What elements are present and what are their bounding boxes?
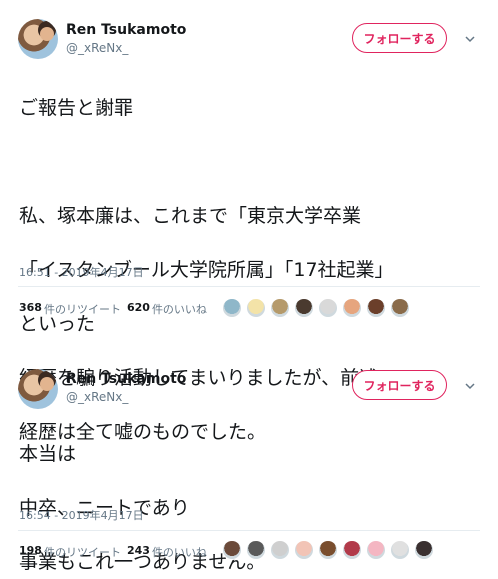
liker-avatar[interactable]	[414, 540, 434, 560]
liker-avatar[interactable]	[294, 298, 314, 318]
follow-button[interactable]: フォローする	[352, 370, 447, 400]
retweet-stat[interactable]: 198 件のリツイート	[19, 544, 121, 560]
avatar[interactable]	[18, 19, 58, 59]
liker-avatar[interactable]	[342, 298, 362, 318]
liker-avatar[interactable]	[222, 540, 242, 560]
liker-avatar[interactable]	[222, 298, 242, 318]
retweet-label: 件のリツイート	[43, 546, 121, 559]
avatar[interactable]	[18, 369, 58, 409]
liker-avatar[interactable]	[342, 540, 362, 560]
follow-button[interactable]: フォローする	[352, 23, 447, 53]
tweet-line: 本当は	[19, 443, 77, 465]
liker-avatar[interactable]	[366, 540, 386, 560]
liker-avatars	[222, 298, 410, 318]
liker-avatar[interactable]	[270, 298, 290, 318]
timestamp[interactable]: 16:54 - 2019年4月17日	[19, 507, 144, 523]
like-stat[interactable]: 243 件のいいね	[127, 544, 207, 560]
user-handle[interactable]: @_xReNx_	[66, 390, 128, 404]
liker-avatar[interactable]	[246, 298, 266, 318]
liker-avatar[interactable]	[318, 540, 338, 560]
liker-avatar[interactable]	[366, 298, 386, 318]
like-count: 243	[126, 544, 150, 557]
liker-avatars	[222, 540, 434, 560]
engagement-stats: 198 件のリツイート 243 件のいいね	[19, 544, 207, 560]
retweet-stat[interactable]: 368 件のリツイート	[19, 301, 121, 317]
liker-avatar[interactable]	[270, 540, 290, 560]
liker-avatar[interactable]	[390, 298, 410, 318]
tweet-line: ご報告と謝罪	[19, 97, 134, 119]
tweet-line	[19, 149, 397, 176]
display-name[interactable]: Ren Tsukamoto	[66, 22, 186, 38]
divider	[18, 530, 480, 531]
liker-avatar[interactable]	[246, 540, 266, 560]
chevron-down-icon[interactable]	[464, 33, 476, 45]
tweet-line: 私、塚本廉は、これまで「東京大学卒業	[19, 205, 362, 227]
like-count: 620	[126, 301, 150, 314]
like-stat[interactable]: 620 件のいいね	[127, 301, 207, 317]
retweet-count: 198	[19, 544, 42, 557]
display-name[interactable]: Ren Tsukamoto	[66, 371, 186, 387]
engagement-stats: 368 件のリツイート 620 件のいいね	[19, 301, 207, 317]
liker-avatar[interactable]	[318, 298, 338, 318]
divider	[18, 286, 480, 287]
chevron-down-icon[interactable]	[464, 380, 476, 392]
retweet-label: 件のリツイート	[43, 303, 121, 316]
like-label: 件のいいね	[151, 303, 207, 316]
liker-avatar[interactable]	[294, 540, 314, 560]
like-label: 件のいいね	[151, 546, 207, 559]
liker-avatar[interactable]	[390, 540, 410, 560]
tweet-2: Ren Tsukamoto @_xReNx_ フォローする 本当は 中卒、ニート…	[0, 354, 498, 579]
tweet-1: Ren Tsukamoto @_xReNx_ フォローする ご報告と謝罪 私、塚…	[0, 0, 498, 443]
retweet-count: 368	[19, 301, 42, 314]
timestamp[interactable]: 16:51 - 2019年4月17日	[19, 264, 144, 280]
user-handle[interactable]: @_xReNx_	[66, 41, 128, 55]
